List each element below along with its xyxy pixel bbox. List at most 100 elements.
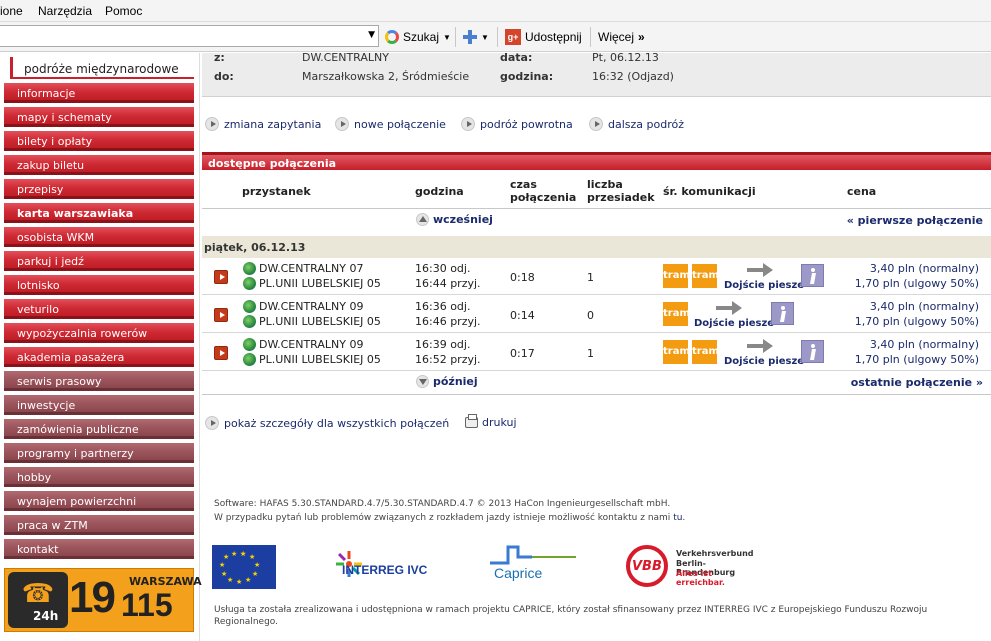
more-button[interactable]: Więcej » [598, 25, 645, 49]
further-trip-link[interactable]: dalsza podróż [589, 117, 684, 131]
menu-item-help[interactable]: Pomoc [105, 4, 142, 18]
results-header: dostępne połączenia [202, 152, 991, 170]
toolbar-search-input[interactable]: ▼ [0, 25, 379, 47]
vbb-wordmark: VBB [632, 559, 662, 574]
search-button[interactable]: Szukaj ▼ [385, 25, 451, 49]
column-duration-line1: czas [510, 178, 537, 191]
from-stop: DW.CENTRALNY 09 [259, 338, 364, 351]
show-details-label: pokaż szczegóły dla wszystkich połączeń [224, 416, 450, 430]
change-query-link[interactable]: zmiana zapytania [205, 117, 321, 131]
first-connection-label: « pierwsze połączenie [846, 214, 983, 227]
google-icon [385, 30, 399, 44]
expand-arrow-icon[interactable] [214, 270, 228, 284]
connection-row[interactable]: DW.CENTRALNY 07 PL.UNII LUBELSKIEJ 05 16… [202, 258, 991, 295]
return-trip-link[interactable]: podróż powrotna [461, 117, 573, 131]
sidebar-item-jobs[interactable]: praca w ZTM [4, 515, 194, 535]
pedestrian-icon [771, 302, 794, 325]
sidebar-item-investments[interactable]: inwestycje [4, 395, 194, 415]
to-label: do: [214, 70, 234, 83]
sidebar-item-park-ride[interactable]: parkuj i jedź [4, 251, 194, 271]
first-connection-link[interactable]: « pierwsze połączenie [847, 214, 983, 227]
column-time: godzina [415, 185, 464, 198]
date-label: data: [500, 51, 533, 64]
sidebar-item-regulations[interactable]: przepisy [4, 179, 194, 199]
sidebar-item-tickets[interactable]: bilety i opłaty [4, 131, 194, 151]
globe-icon [243, 262, 256, 275]
sidebar-item-rental[interactable]: wynajem powierzchni [4, 491, 194, 511]
sidebar-item-airport[interactable]: lotnisko [4, 275, 194, 295]
sidebar-item-buy-ticket[interactable]: zakup biletu [4, 155, 194, 175]
main-content: z: DW.CENTRALNY data: Pt, 06.12.13 do: M… [202, 51, 991, 641]
menu-item-tools[interactable]: Narzędzia [38, 4, 92, 18]
sidebar-item-maps[interactable]: mapy i schematy [4, 107, 194, 127]
from-stop: DW.CENTRALNY 07 [259, 262, 364, 275]
walk-arrow-icon [747, 339, 773, 353]
chevron-down-icon[interactable]: ▼ [481, 33, 489, 42]
vbb-line-1: Verkehrsverbund [676, 549, 754, 558]
share-button[interactable]: g+ Udostępnij [505, 25, 582, 49]
to-stop: PL.UNII LUBELSKIEJ 05 [259, 353, 381, 366]
chevron-down-icon[interactable]: ▼ [443, 33, 451, 42]
new-connection-label: nowe połączenie [354, 117, 446, 131]
sidebar-item-procurement[interactable]: zamówienia publiczne [4, 419, 194, 439]
contact-text: W przypadku pytań lub problemów związany… [214, 513, 671, 523]
column-changes-line1: liczba [587, 178, 623, 191]
connection-row[interactable]: DW.CENTRALNY 09 PL.UNII LUBELSKIEJ 05 16… [202, 296, 991, 333]
search-button-label: Szukaj [403, 30, 440, 44]
from-stop: DW.CENTRALNY 09 [259, 300, 364, 313]
arrow-right-icon [205, 117, 219, 131]
vbb-logo: VBB Verkehrsverbund Berlin-Brandenburg A… [626, 543, 761, 589]
show-details-link[interactable]: pokaż szczegóły dla wszystkich połączeń [205, 416, 449, 430]
price-normal: 3,40 pln (normalny) [869, 300, 979, 313]
sidebar-item-press[interactable]: serwis prasowy [4, 371, 194, 391]
sidebar: podróże międzynarodowe informacje mapy i… [0, 53, 202, 641]
column-price: cena [847, 185, 877, 198]
add-button[interactable]: ▼ [462, 25, 489, 49]
print-label: drukuj [482, 416, 517, 429]
arrow-right-icon [589, 117, 603, 131]
last-connection-label: ostatnie połączenie » [850, 376, 983, 389]
menu-item-options[interactable]: ione [0, 4, 23, 18]
chevron-down-icon[interactable]: ▼ [368, 30, 375, 40]
price-normal: 3,40 pln (normalny) [869, 262, 979, 275]
hotline-hours: 24h [33, 609, 59, 623]
printer-icon [465, 414, 478, 428]
date-row: piątek, 06.12.13 [202, 236, 991, 258]
walk-label: Dojście piesze [694, 318, 775, 329]
contact-note: W przypadku pytań lub problemów związany… [214, 513, 686, 523]
browser-toolbar: ▼ Szukaj ▼ ▼ g+ Udostępnij Więcej » [0, 22, 991, 52]
tram-icon: tram [692, 264, 719, 288]
price-reduced: 1,70 pln (ulgowy 50%) [854, 277, 979, 290]
sidebar-item-contact[interactable]: kontakt [4, 539, 194, 559]
sidebar-item-programs[interactable]: programy i partnerzy [4, 443, 194, 463]
divider [202, 208, 991, 209]
sidebar-item-warsaw-card[interactable]: karta warszawiaka [4, 203, 194, 223]
pedestrian-icon [801, 264, 824, 287]
sidebar-item-passenger-academy[interactable]: akademia pasażera [4, 347, 194, 367]
sidebar-item-info[interactable]: informacje [4, 83, 194, 103]
earlier-link[interactable]: wcześniej [416, 213, 493, 226]
walk-arrow-icon [747, 263, 773, 277]
arrival-time: 16:52 przyj. [415, 353, 481, 366]
arrival-time: 16:46 przyj. [415, 315, 481, 328]
print-link[interactable]: drukuj [465, 414, 517, 429]
tram-icon: tram [663, 302, 690, 326]
later-link[interactable]: później [416, 375, 478, 388]
sidebar-item-veturilo[interactable]: veturilo [4, 299, 194, 319]
hotline-number: 115 [121, 587, 173, 623]
hotline-banner[interactable]: ☎ 24h 19 WARSZAWA 115 [4, 568, 202, 632]
last-connection-link[interactable]: ostatnie połączenie » [851, 376, 983, 389]
arrow-up-icon [416, 213, 429, 226]
sidebar-item-hobby[interactable]: hobby [4, 467, 194, 487]
sidebar-item-international[interactable]: podróże międzynarodowe [10, 57, 194, 79]
expand-arrow-icon[interactable] [214, 308, 228, 322]
more-button-label: Więcej [598, 30, 635, 44]
new-connection-link[interactable]: nowe połączenie [335, 117, 446, 131]
sidebar-item-wkm[interactable]: osobista WKM [4, 227, 194, 247]
arrow-right-icon [335, 117, 349, 131]
connection-row[interactable]: DW.CENTRALNY 09 PL.UNII LUBELSKIEJ 05 16… [202, 334, 991, 371]
changes: 1 [587, 271, 594, 284]
column-duration-line2: połączenia [510, 191, 577, 204]
expand-arrow-icon[interactable] [214, 346, 228, 360]
sidebar-item-bike-rental[interactable]: wypożyczalnia rowerów [4, 323, 194, 343]
